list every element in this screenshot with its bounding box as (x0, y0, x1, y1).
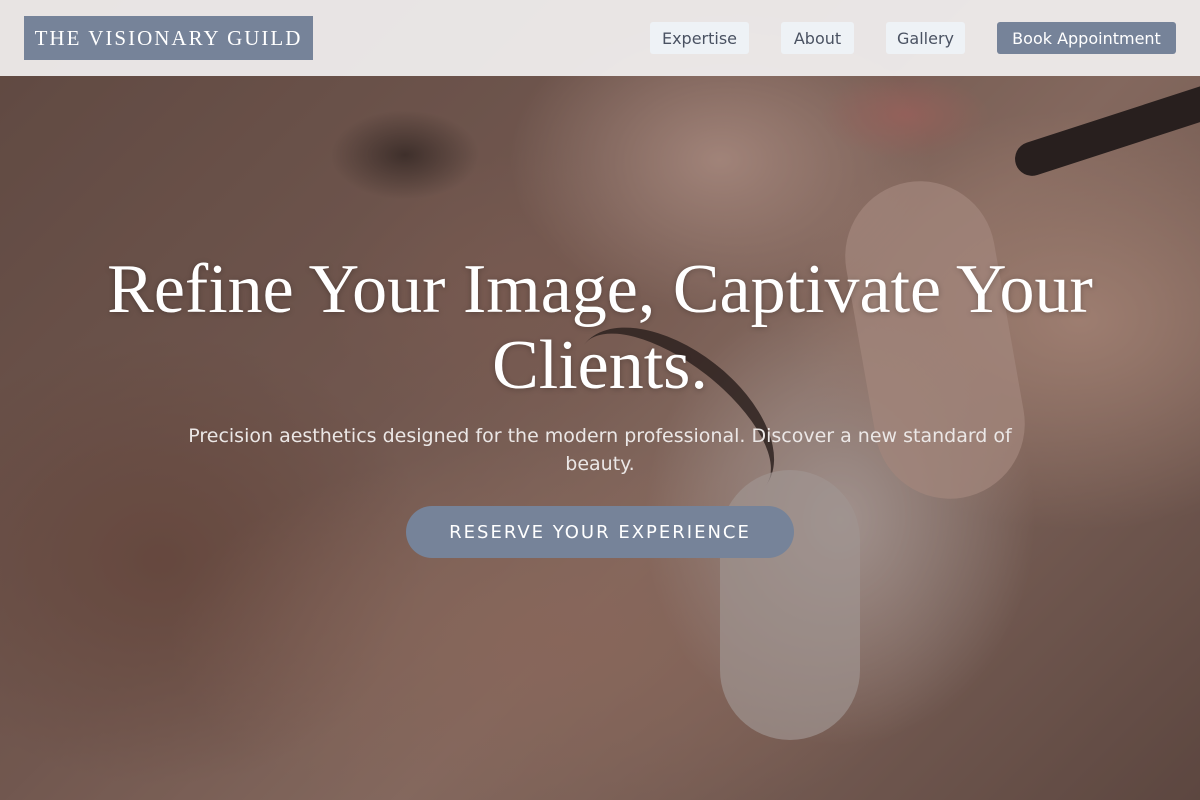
hero-subtitle: Precision aesthetics designed for the mo… (188, 425, 1012, 475)
hero-section: Refine Your Image, Captivate Your Client… (0, 0, 1200, 800)
reserve-experience-button[interactable]: RESERVE YOUR EXPERIENCE (406, 506, 794, 558)
hero-title: Refine Your Image, Captivate Your Client… (107, 251, 1093, 404)
